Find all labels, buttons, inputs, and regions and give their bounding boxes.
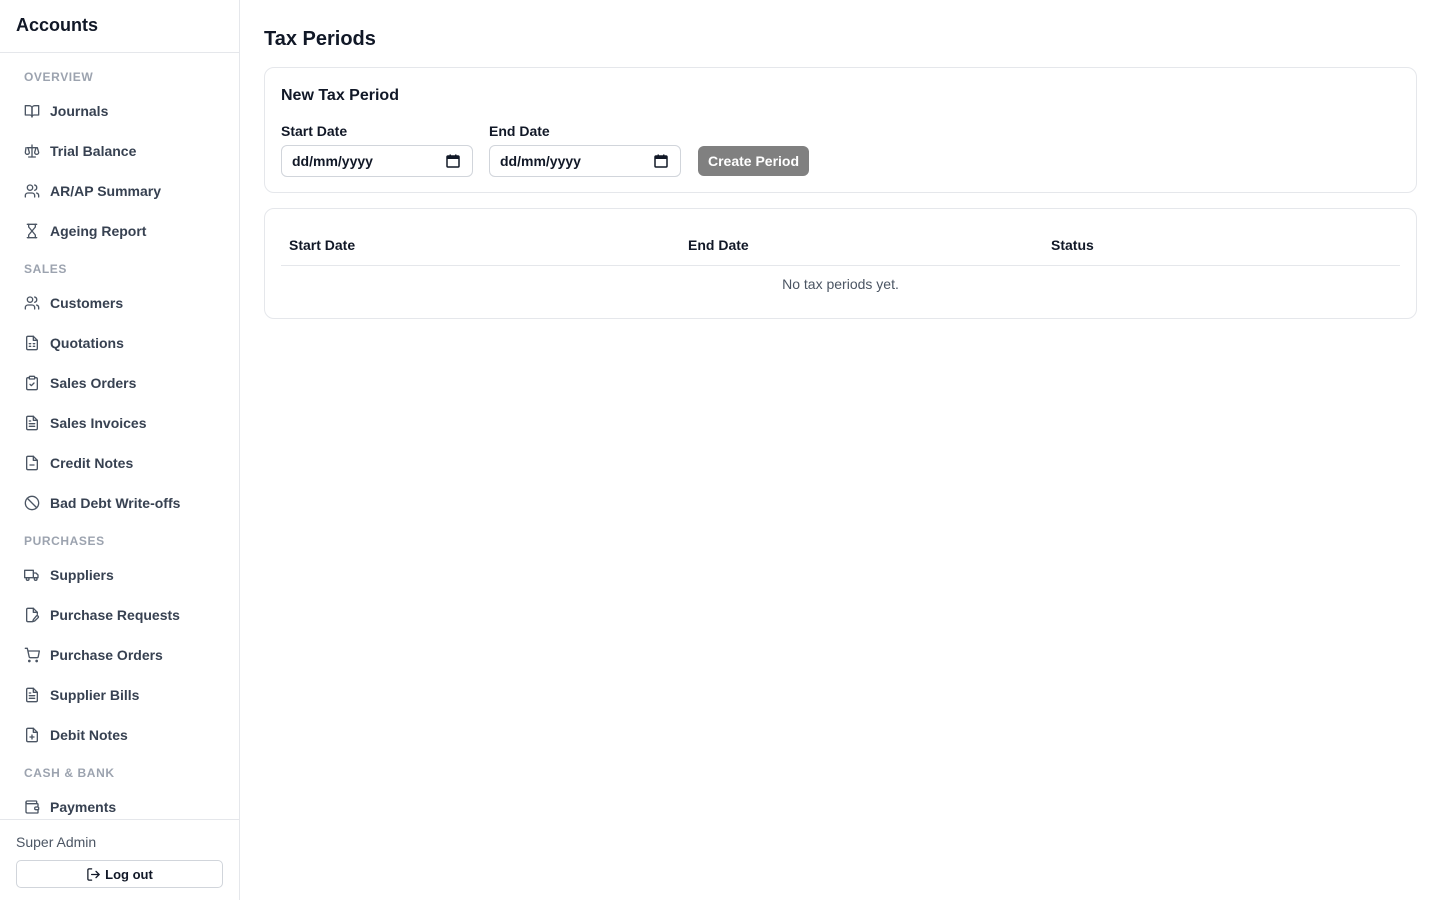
- users-icon: [24, 183, 40, 199]
- end-date-value: dd/mm/yyyy: [500, 153, 581, 169]
- end-date-field: End Date dd/mm/yyyy: [489, 123, 681, 177]
- sidebar-item-journals[interactable]: Journals: [0, 91, 239, 131]
- main-content: Tax Periods New Tax Period Start Date dd…: [240, 0, 1440, 900]
- sidebar-item-suppliers[interactable]: Suppliers: [0, 555, 239, 595]
- start-date-value: dd/mm/yyyy: [292, 153, 373, 169]
- sidebar-item-label: Quotations: [50, 335, 124, 351]
- create-period-button[interactable]: Create Period: [698, 146, 810, 176]
- sidebar-footer: Super Admin Log out: [0, 819, 239, 900]
- calendar-icon[interactable]: [446, 154, 460, 168]
- sidebar-item-label: Trial Balance: [50, 143, 137, 159]
- file-minus-icon: [24, 455, 40, 471]
- form-row: Start Date dd/mm/yyyy End Date dd/mm/yyy…: [281, 123, 1400, 177]
- sidebar-item-purchase-orders[interactable]: Purchase Orders: [0, 635, 239, 675]
- file-pen-icon: [24, 607, 40, 623]
- sidebar-item-customers[interactable]: Customers: [0, 283, 239, 323]
- sidebar-item-label: Customers: [50, 295, 124, 311]
- sidebar-item-credit-notes[interactable]: Credit Notes: [0, 443, 239, 483]
- shopping-cart-icon: [24, 647, 40, 663]
- file-plus-icon: [24, 727, 40, 743]
- file-text-icon: [24, 415, 40, 431]
- start-date-label: Start Date: [281, 123, 348, 139]
- sidebar-item-ar-ap-summary[interactable]: AR/AP Summary: [0, 171, 239, 211]
- sidebar-item-label: Payments: [50, 799, 117, 815]
- section-label-sales: SALES: [24, 262, 68, 276]
- sidebar-item-sales-invoices[interactable]: Sales Invoices: [0, 403, 239, 443]
- section-label-cash-bank: CASH & BANK: [24, 766, 115, 780]
- sidebar-item-label: Sales Orders: [50, 375, 137, 391]
- sidebar-item-supplier-bills[interactable]: Supplier Bills: [0, 675, 239, 715]
- sidebar-item-debit-notes[interactable]: Debit Notes: [0, 715, 239, 755]
- sidebar-item-label: Supplier Bills: [50, 687, 140, 703]
- table-header-row: Start Date End Date Status: [281, 229, 1400, 266]
- sidebar-item-label: Credit Notes: [50, 455, 134, 471]
- sidebar-item-quotations[interactable]: Quotations: [0, 323, 239, 363]
- new-tax-period-card: New Tax Period Start Date dd/mm/yyyy End…: [264, 67, 1417, 193]
- scale-icon: [24, 143, 40, 159]
- sidebar-item-bad-debt-write-offs[interactable]: Bad Debt Write-offs: [0, 483, 239, 523]
- sidebar-item-ageing-report[interactable]: Ageing Report: [0, 211, 239, 251]
- empty-state-message: No tax periods yet.: [782, 276, 899, 292]
- page-title: Tax Periods: [264, 28, 376, 50]
- clipboard-check-icon: [24, 375, 40, 391]
- section-label-purchases: PURCHASES: [24, 534, 105, 548]
- end-date-label: End Date: [489, 123, 550, 139]
- sidebar-item-label: Purchase Orders: [50, 647, 163, 663]
- start-date-field: Start Date dd/mm/yyyy: [281, 123, 473, 177]
- sidebar-item-payments[interactable]: Payments: [0, 787, 239, 819]
- logout-label: Log out: [105, 866, 153, 882]
- app-title: Accounts: [0, 0, 239, 53]
- tax-periods-table-card: Start Date End Date Status No tax period…: [264, 208, 1417, 319]
- sidebar-item-label: Debit Notes: [50, 727, 128, 743]
- truck-icon: [24, 567, 40, 583]
- section-label-overview: OVERVIEW: [24, 70, 94, 84]
- hourglass-icon: [24, 223, 40, 239]
- log-out-icon: [86, 867, 101, 882]
- sidebar-item-label: Bad Debt Write-offs: [50, 495, 181, 511]
- sidebar-item-label: Journals: [50, 103, 109, 119]
- sidebar-item-label: Suppliers: [50, 567, 114, 583]
- users-icon: [24, 295, 40, 311]
- sidebar-item-label: Purchase Requests: [50, 607, 180, 623]
- sidebar-item-label: Ageing Report: [50, 223, 147, 239]
- sidebar: Accounts OVERVIEW Journals Trial Balance…: [0, 0, 240, 900]
- column-header-end-date: End Date: [688, 237, 749, 253]
- end-date-input[interactable]: dd/mm/yyyy: [489, 145, 681, 177]
- wallet-icon: [24, 799, 40, 815]
- start-date-input[interactable]: dd/mm/yyyy: [281, 145, 473, 177]
- sidebar-item-purchase-requests[interactable]: Purchase Requests: [0, 595, 239, 635]
- current-user-name: Super Admin: [16, 834, 97, 850]
- column-header-start-date: Start Date: [289, 237, 356, 253]
- form-title: New Tax Period: [281, 87, 399, 104]
- calendar-icon[interactable]: [654, 154, 668, 168]
- file-text-icon: [24, 687, 40, 703]
- sidebar-nav: OVERVIEW Journals Trial Balance AR/AP Su…: [0, 53, 239, 819]
- ban-icon: [24, 495, 40, 511]
- book-open-icon: [24, 103, 40, 119]
- logout-button[interactable]: Log out: [16, 860, 223, 888]
- column-header-status: Status: [1051, 237, 1094, 253]
- sidebar-item-label: Sales Invoices: [50, 415, 147, 431]
- file-spreadsheet-icon: [24, 335, 40, 351]
- sidebar-item-trial-balance[interactable]: Trial Balance: [0, 131, 239, 171]
- sidebar-item-label: AR/AP Summary: [50, 183, 162, 199]
- sidebar-item-sales-orders[interactable]: Sales Orders: [0, 363, 239, 403]
